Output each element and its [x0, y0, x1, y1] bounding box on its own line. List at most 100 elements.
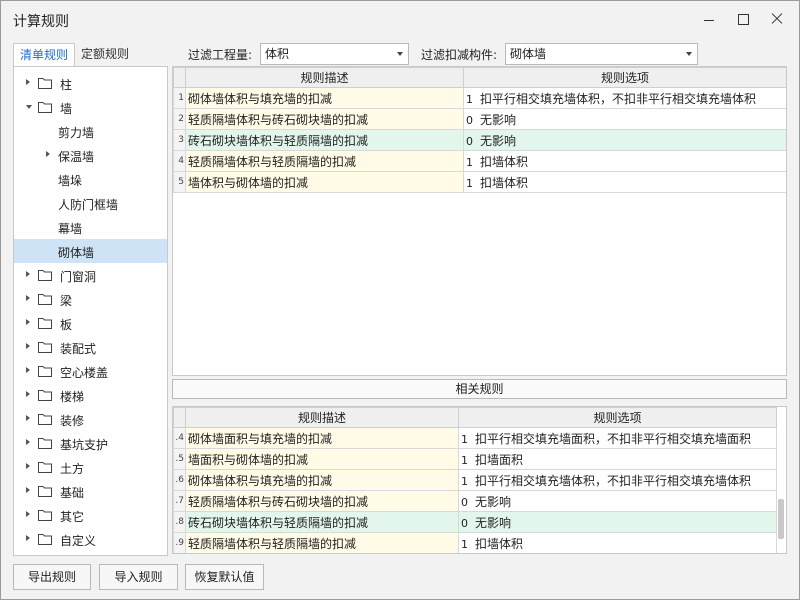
main-rules-grid: 规则描述 规则选项 1 砌体墙体积与填充墙的扣减 1 扣平行相交填充墙体积，不扣非平行… [172, 66, 787, 376]
folder-icon [38, 317, 52, 329]
maximize-icon[interactable] [735, 11, 751, 27]
tree-item[interactable]: 保温墙 [14, 143, 167, 167]
tree-item-label: 墙 [60, 102, 73, 116]
expand-arrow-icon[interactable] [26, 367, 30, 373]
tree-item-label: 基础 [60, 486, 85, 500]
tree-item[interactable]: 自定义 [14, 527, 167, 551]
component-filter-select[interactable]: 砌体墙 [505, 43, 699, 65]
tree-item-label: 空心楼盖 [60, 366, 109, 380]
tree-item[interactable]: 板 [14, 311, 167, 335]
expand-arrow-icon[interactable] [26, 439, 30, 445]
expand-arrow-icon[interactable] [26, 343, 30, 349]
rule-option-text: 无影响 [475, 515, 512, 530]
tree-item-label: 保温墙 [58, 150, 95, 164]
table-row[interactable]: .6 砌体墙体积与填充墙的扣减 1 扣平行相交填充墙体积，不扣非平行相交填充墙体积 [173, 469, 777, 491]
rule-option-cell[interactable]: 1 扣平行相交填充墙体积，不扣非平行相交填充墙体积 [463, 87, 786, 109]
tab-quota-rules[interactable]: 定额规则 [75, 43, 135, 67]
tree-item[interactable]: 幕墙 [14, 215, 167, 239]
rule-description: 砖石砌块墙体积与轻质隔墙的扣减 [185, 511, 459, 533]
rule-option-value: 0 [461, 516, 468, 530]
rule-option-text: 无影响 [480, 112, 517, 127]
window-title: 计算规则 [13, 14, 69, 30]
import-rules-button[interactable]: 导入规则 [99, 564, 178, 590]
tree-item[interactable]: 人防门框墙 [14, 191, 167, 215]
row-number: .4 [173, 427, 186, 449]
expand-arrow-icon[interactable] [26, 319, 30, 325]
table-row[interactable]: 3 砖石砌块墙体积与轻质隔墙的扣减 0 无影响 [173, 129, 786, 151]
tree-item-label: 土方 [60, 462, 85, 476]
row-number: .7 [173, 490, 186, 512]
chevron-down-icon [397, 52, 404, 56]
row-number: 3 [173, 129, 186, 151]
rule-option-cell[interactable]: 0 无影响 [458, 490, 777, 512]
table-row[interactable]: .4 砌体墙面积与填充墙的扣减 1 扣平行相交填充墙面积，不扣非平行相交填充墙面积 [173, 427, 777, 449]
rule-option-cell[interactable]: 1 扣平行相交填充墙体积，不扣非平行相交填充墙体积 [458, 469, 777, 491]
minimize-icon[interactable] [701, 11, 717, 27]
tree-item[interactable]: 装修 [14, 407, 167, 431]
tree-item-label: 柱 [60, 78, 73, 92]
tree-item-label: 幕墙 [58, 222, 83, 236]
expand-arrow-icon[interactable] [26, 511, 30, 517]
tab-bill-rules[interactable]: 清单规则 [13, 43, 76, 67]
tree-item[interactable]: 墙 [14, 95, 167, 119]
expand-arrow-icon[interactable] [26, 535, 30, 541]
tree-item[interactable]: 基坑支护 [14, 431, 167, 455]
collapse-arrow-icon[interactable] [26, 105, 32, 109]
table-row[interactable]: 4 轻质隔墙体积与轻质隔墙的扣减 1 扣墙体积 [173, 150, 786, 172]
table-row[interactable]: .5 墙面积与砌体墙的扣减 1 扣墙面积 [173, 448, 777, 470]
expand-arrow-icon[interactable] [26, 79, 30, 85]
rule-option-cell[interactable]: 1 扣墙体积 [458, 532, 777, 553]
export-rules-button[interactable]: 导出规则 [13, 564, 91, 590]
table-row[interactable]: .9 轻质隔墙体积与轻质隔墙的扣减 1 扣墙体积 [173, 532, 777, 553]
rule-option-value: 0 [466, 134, 473, 148]
restore-defaults-button[interactable]: 恢复默认值 [185, 564, 264, 590]
tree-item[interactable]: 墙垛 [14, 167, 167, 191]
rule-option-text: 无影响 [480, 133, 517, 148]
expand-arrow-icon[interactable] [26, 463, 30, 469]
expand-arrow-icon[interactable] [26, 391, 30, 397]
rule-option-cell[interactable]: 0 无影响 [458, 511, 777, 533]
table-row[interactable]: 1 砌体墙体积与填充墙的扣减 1 扣平行相交填充墙体积，不扣非平行相交填充墙体积 [173, 87, 786, 109]
expand-arrow-icon[interactable] [26, 271, 30, 277]
tree-item[interactable]: 空心楼盖 [14, 359, 167, 383]
rule-option-cell[interactable]: 1 扣墙面积 [458, 448, 777, 470]
quantity-filter-select[interactable]: 体积 [260, 43, 410, 65]
row-number-header [173, 67, 186, 88]
tree-item[interactable]: 柱 [14, 71, 167, 95]
expand-arrow-icon[interactable] [26, 487, 30, 493]
related-scrollbar[interactable] [778, 499, 784, 539]
tree-item[interactable]: 其它 [14, 503, 167, 527]
tree-item[interactable]: 剪力墙 [14, 119, 167, 143]
tree-item-label: 砌体墙 [58, 246, 95, 260]
tree-item[interactable]: 门窗洞 [14, 263, 167, 287]
tree-item[interactable]: 基础 [14, 479, 167, 503]
tree-item[interactable]: 土方 [14, 455, 167, 479]
expand-arrow-icon[interactable] [46, 151, 50, 157]
rule-option-cell[interactable]: 1 扣平行相交填充墙面积，不扣非平行相交填充墙面积 [458, 427, 777, 449]
table-row[interactable]: 2 轻质隔墙体积与砖石砌块墙的扣减 0 无影响 [173, 108, 786, 130]
tree-item[interactable]: 梁 [14, 287, 167, 311]
tree-item[interactable]: 装配式 [14, 335, 167, 359]
rule-option-text: 扣平行相交填充墙体积，不扣非平行相交填充墙体积 [475, 473, 752, 488]
expand-arrow-icon[interactable] [26, 415, 30, 421]
rule-option-cell[interactable]: 1 扣墙体积 [463, 171, 786, 193]
rule-option-cell[interactable]: 0 无影响 [463, 129, 786, 151]
calc-rules-window: 计算规则 清单规则 定额规则 过滤工程量: 体积 过滤扣减构件: 砌体墙 柱墙剪… [0, 0, 800, 600]
table-row[interactable]: .8 砖石砌块墙体积与轻质隔墙的扣减 0 无影响 [173, 511, 777, 533]
rule-option-text: 扣墙面积 [475, 452, 524, 467]
rule-description: 轻质隔墙体积与砖石砌块墙的扣减 [185, 108, 464, 130]
rule-option-cell[interactable]: 1 扣墙体积 [463, 150, 786, 172]
quantity-filter-value: 体积 [265, 47, 290, 61]
rule-option-cell[interactable]: 0 无影响 [463, 108, 786, 130]
related-rules-grid: 规则描述 规则选项 .4 砌体墙面积与填充墙的扣减 1 扣平行相交填充墙面积，不扣非平… [172, 406, 787, 554]
close-icon[interactable] [769, 11, 785, 27]
table-row[interactable]: 5 墙体积与砌体墙的扣减 1 扣墙体积 [173, 171, 786, 193]
row-number: .6 [173, 469, 186, 491]
tree-item[interactable]: 砌体墙 [14, 239, 167, 263]
folder-icon [38, 77, 52, 89]
tree-item-label: 楼梯 [60, 390, 85, 404]
table-row[interactable]: .7 轻质隔墙体积与砖石砌块墙的扣减 0 无影响 [173, 490, 777, 512]
row-number-header [173, 407, 186, 428]
tree-item[interactable]: 楼梯 [14, 383, 167, 407]
expand-arrow-icon[interactable] [26, 295, 30, 301]
